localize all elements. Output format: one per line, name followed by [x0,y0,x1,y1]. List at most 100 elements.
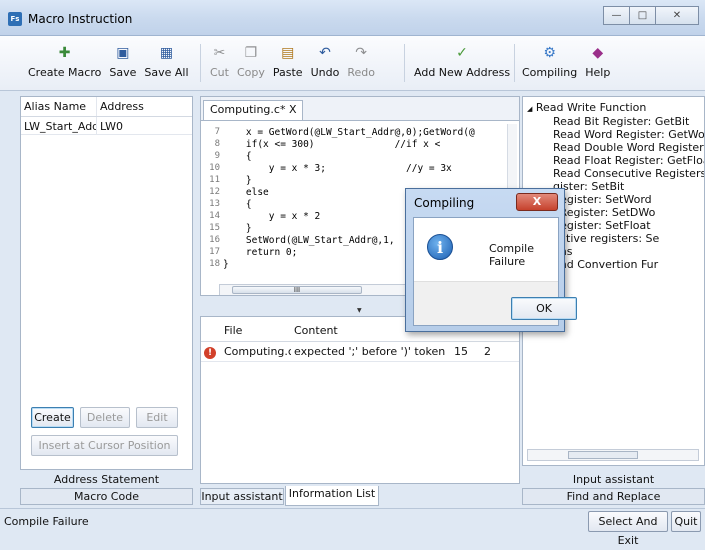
redo-label: Redo [347,66,375,79]
tree-item[interactable]: Read Double Word Register [553,141,704,154]
redo-button[interactable]: ↷ Redo [343,38,379,88]
error-file-cell: Computing.c [224,345,291,358]
paste-button[interactable]: ▤ Paste [269,38,307,88]
insert-at-cursor-button[interactable]: Insert at Cursor Position [31,435,178,456]
error-column-cell: 2 [484,345,491,358]
address-table-header: Alias Name Address [21,97,192,117]
information-icon: i [427,234,453,260]
scrollbar-thumb[interactable]: III [232,286,362,294]
help-book-icon: ◆ [592,45,604,61]
build-group: ⚙ Compiling ◆ Help [518,38,614,88]
ok-button[interactable]: OK [511,297,577,320]
code-line: else [223,187,269,198]
line-number: 10 [209,163,220,173]
error-icon: ! [201,342,221,361]
save-label: Save [109,66,137,79]
line-number: 12 [209,187,220,197]
create-macro-button[interactable]: ✚ Create Macro [24,38,105,88]
paste-label: Paste [272,66,303,79]
redo-icon: ↷ [355,45,368,61]
address-group: ✓ Add New Address [410,38,514,88]
code-line: { [223,199,252,210]
address-cell: LW0 [100,120,123,133]
scrollbar-thumb[interactable] [568,451,638,459]
alias-cell: LW_Start_Addr [21,117,97,134]
minimize-icon[interactable]: — [603,6,630,25]
tree-item[interactable]: Read Consecutive Registers: [553,167,704,180]
create-button[interactable]: Create [31,407,74,428]
status-bar: Compile Failure Select And Exit Quit [0,508,705,547]
quit-button[interactable]: Quit [671,511,701,532]
splitter-down-icon: ▼ [357,307,362,314]
app-icon: Fs [8,12,22,26]
tree-root[interactable]: ◢ Read Write Function [527,101,646,114]
select-and-exit-button[interactable]: Select And Exit [588,511,668,547]
code-line: } [223,175,252,186]
cut-button[interactable]: ✂ Cut [206,38,233,88]
tree-item[interactable]: cutive registers: Se [553,232,659,245]
title-bar: Fs Macro Instruction — □ ✕ [0,0,705,36]
new-macro-icon: ✚ [58,45,71,61]
column-header-alias[interactable]: Alias Name [21,97,97,116]
maximize-icon[interactable]: □ [629,6,656,25]
tab-find-and-replace[interactable]: Find and Replace [522,488,705,505]
tree-item[interactable]: Read Bit Register: GetBit [553,115,689,128]
window-controls: — □ ✕ [603,6,699,25]
dialog-title: Compiling [414,196,475,210]
edit-button[interactable]: Edit [136,407,178,428]
close-icon[interactable]: ✕ [655,6,699,25]
tree-item[interactable]: Read Word Register: GetWo [553,128,704,141]
column-header-address[interactable]: Address [97,97,157,116]
table-row[interactable]: LW_Start_Addr LW0 [21,117,192,135]
delete-button[interactable]: Delete [80,407,130,428]
code-line: x = GetWord(@LW_Start_Addr@,0);GetWord(@ [223,127,475,138]
copy-button[interactable]: ❐ Copy [233,38,269,88]
column-header-file[interactable]: File [221,321,291,341]
copy-label: Copy [236,66,265,79]
toolbar: ✚ Create Macro ▣ Save ▦ Save All ✂ Cut ❐… [0,36,705,91]
undo-icon: ↶ [319,45,331,61]
input-assistant-label: Input assistant [572,473,655,486]
code-line: y = x * 3; //y = 3x [223,163,452,174]
status-text: Compile Failure [4,515,89,528]
line-number: 15 [209,223,220,233]
tab-macro-code[interactable]: Macro Code [20,488,193,505]
tab-computing-c[interactable]: Computing.c* X [203,100,304,120]
line-number: 18 [209,259,220,269]
address-statement-label: Address Statement [53,473,160,486]
save-button[interactable]: ▣ Save [105,38,140,88]
tree-item[interactable]: and Convertion Fur [553,258,658,271]
dialog-message: Compile Failure [489,242,534,268]
cut-label: Cut [210,66,229,79]
tree-item[interactable]: l Register: SetDWo [553,206,655,219]
toolbar-divider [200,44,201,82]
error-line-cell: 15 [454,345,468,358]
tree-item[interactable]: Register: SetFloat [553,219,651,232]
tree-item[interactable]: Read Float Register: GetFloa [553,154,704,167]
code-line: return 0; [223,247,298,258]
undo-button[interactable]: ↶ Undo [307,38,344,88]
expand-triangle-icon: ◢ [527,105,533,113]
tree-horizontal-scrollbar[interactable] [527,449,699,461]
save-all-label: Save All [144,66,189,79]
dialog-close-button[interactable]: X [516,193,558,211]
tab-input-assistant-center[interactable]: Input assistant [200,488,284,505]
tree-item[interactable]: Register: SetWord [553,193,652,206]
save-all-icon: ▦ [159,45,174,61]
toolbar-divider [404,44,405,82]
code-line: { [223,151,252,162]
add-address-icon: ✓ [456,45,468,61]
code-line: if(x <= 300) //if x < [223,139,441,150]
toolbar-divider [514,44,515,82]
create-macro-label: Create Macro [28,66,102,79]
help-label: Help [585,66,611,79]
tab-information-list[interactable]: Information List [285,486,379,506]
line-number: 17 [209,247,220,257]
compiling-button[interactable]: ⚙ Compiling [518,38,581,88]
add-new-address-button[interactable]: ✓ Add New Address [410,38,514,88]
save-all-button[interactable]: ▦ Save All [140,38,192,88]
table-row[interactable]: ! Computing.c expected ';' before ')' to… [201,342,519,362]
help-button[interactable]: ◆ Help [581,38,614,88]
code-line: } [223,259,229,270]
line-number: 11 [209,175,220,185]
